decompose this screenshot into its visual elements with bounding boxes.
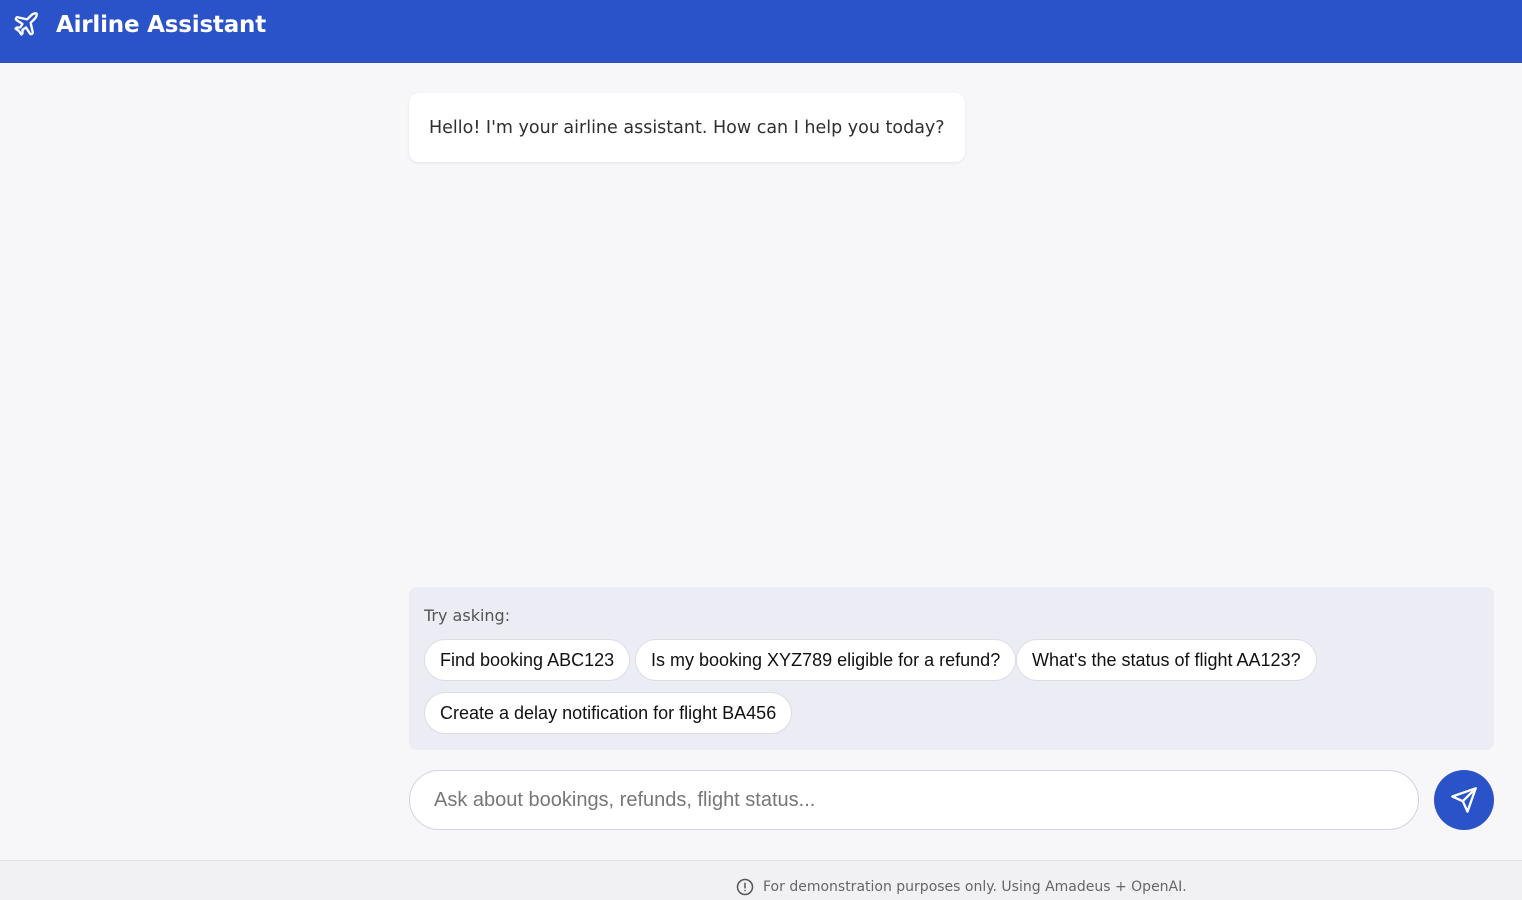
app-header: Airline Assistant: [0, 0, 1522, 63]
send-icon: [1451, 787, 1477, 813]
plane-icon: [14, 12, 38, 36]
app-title: Airline Assistant: [56, 12, 267, 38]
info-icon: [736, 878, 754, 896]
assistant-message: Hello! I'm your airline assistant. How c…: [409, 93, 965, 162]
message-input-box: [409, 770, 1419, 830]
suggestion-chip[interactable]: Is my booking XYZ789 eligible for a refu…: [635, 639, 1017, 681]
send-button[interactable]: [1434, 770, 1494, 830]
suggestion-chip[interactable]: Create a delay notification for flight B…: [424, 692, 793, 734]
suggestions-label: Try asking:: [424, 606, 511, 625]
suggestion-chip[interactable]: Find booking ABC123: [424, 639, 631, 681]
suggestions-panel: Try asking: Find booking ABC123 Is my bo…: [409, 587, 1494, 750]
footer: For demonstration purposes only. Using A…: [0, 860, 1522, 900]
suggestion-chip[interactable]: What's the status of flight AA123?: [1016, 639, 1317, 681]
footer-disclaimer: For demonstration purposes only. Using A…: [763, 879, 1187, 895]
message-input[interactable]: [434, 771, 1394, 829]
